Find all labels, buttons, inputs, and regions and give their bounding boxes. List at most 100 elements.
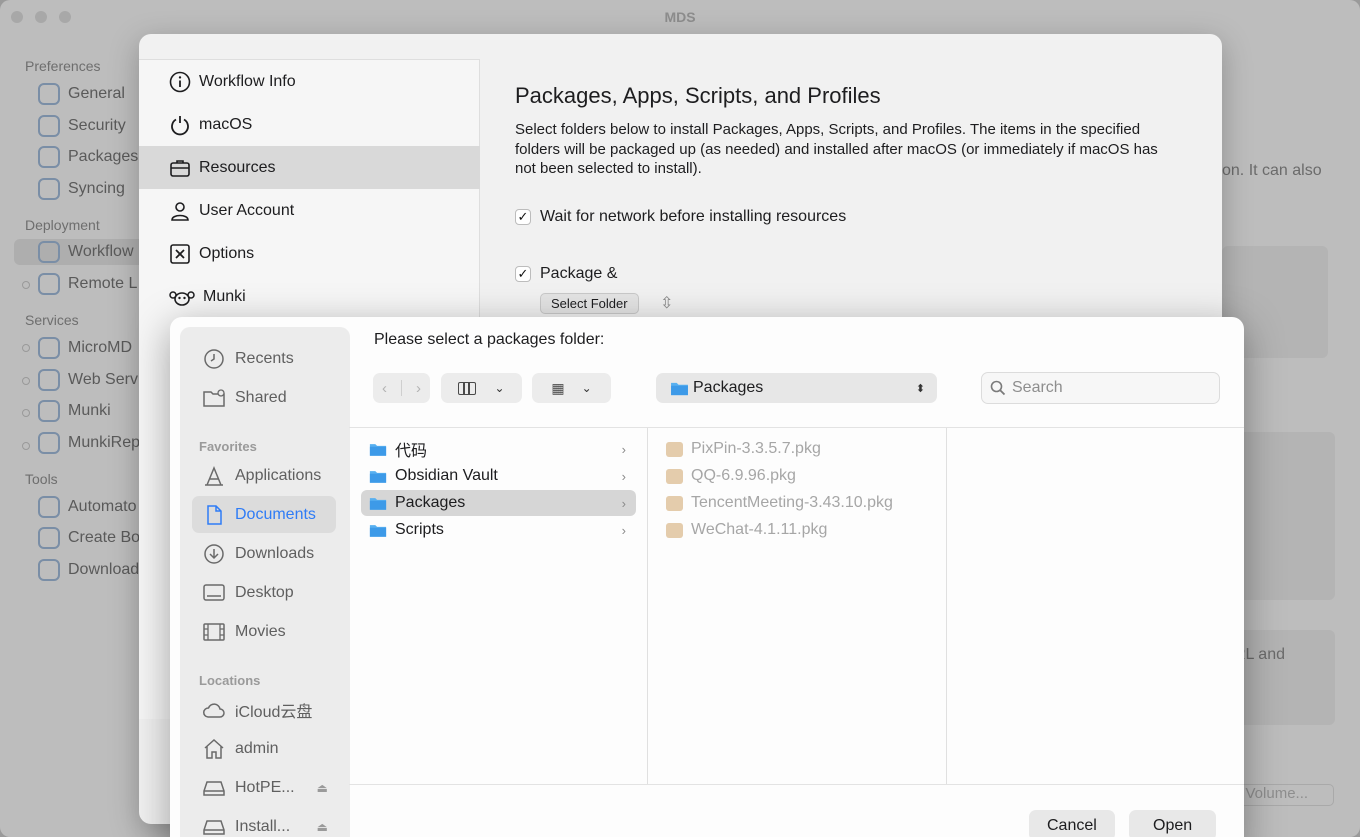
nav-item-resources[interactable]: Resources [139,146,480,189]
shield-icon [38,115,60,137]
sidebar-item-hotpe[interactable]: HotPE... ⏏ [192,769,336,806]
sidebar-item-web-server[interactable]: Web Serv [38,367,138,393]
sidebar-item-documents[interactable]: Documents [192,496,336,533]
sidebar-item-syncing[interactable]: Syncing [38,176,125,202]
sidebar-item-general[interactable]: General [38,81,125,107]
section-description: Select folders below to install Packages… [515,121,1158,177]
favorites-section-label: Favorites [199,439,257,454]
package-icon [666,495,683,511]
home-icon [204,738,224,759]
forward-arrow-icon[interactable]: › [416,380,421,397]
column-documents: 代码 › Obsidian Vault › Packages › Scripts › [349,428,648,784]
view-mode-button[interactable]: ⌄ [441,373,522,403]
back-forward-control: ‹ › [373,373,430,403]
panel-sidebar: Recents Shared Favorites Applications Do… [180,327,350,837]
folder-row[interactable]: Scripts › [361,517,636,543]
sidebar-item-remote[interactable]: Remote L [38,271,137,297]
search-input[interactable] [1012,379,1202,397]
package-icon [666,522,683,538]
package-icon [666,441,683,457]
folder-icon [369,497,387,510]
sidebar-item-icloud[interactable]: iCloud云盘 [192,691,336,728]
nav-item-munki[interactable]: Munki [139,275,480,318]
sidebar-item-munki[interactable]: Munki [38,398,111,424]
group-by-button[interactable]: ▦ ⌄ [532,373,611,403]
status-dot [22,281,30,289]
wait-network-checkbox[interactable]: ✓ Wait for network before installing res… [515,208,846,226]
package-file-row: PixPin-3.3.5.7.pkg [666,436,821,462]
column-empty [947,428,1244,784]
locations-section-label: Locations [199,673,261,688]
gear-icon [38,83,60,105]
document-icon [207,504,222,525]
status-dot [22,377,30,385]
eject-icon[interactable]: ⏏ [317,820,328,834]
package-checkbox[interactable]: ✓ Package & [515,265,617,283]
sidebar-item-munkireport[interactable]: MunkiRep [38,430,140,456]
folder-icon [369,524,387,537]
sidebar-item-shared[interactable]: Shared [192,379,336,416]
window-title: MDS [664,9,696,25]
eject-icon[interactable]: ⏏ [317,781,328,795]
path-popup[interactable]: Packages ⬍ [656,373,937,403]
film-icon [203,622,225,641]
upload-icon [38,527,60,549]
package-file-row: WeChat-4.1.11.pkg [666,517,827,543]
report-icon [38,432,60,454]
cancel-button[interactable]: Cancel [1029,810,1115,837]
status-dot [22,409,30,417]
sidebar-item-movies[interactable]: Movies [192,613,336,650]
open-button[interactable]: Open [1129,810,1217,837]
package-file-row: TencentMeeting-3.43.10.pkg [666,490,893,516]
desktop-icon [203,583,225,601]
info-icon [169,71,191,92]
chevron-down-icon: ⌄ [581,381,592,395]
search-icon [990,380,1006,396]
download-icon [38,559,60,581]
sidebar-item-packages[interactable]: Packages [38,144,138,170]
folder-row-selected[interactable]: Packages › [361,490,636,516]
sidebar-item-automaton[interactable]: Automato [38,494,136,520]
nav-item-options[interactable]: Options [139,232,480,275]
play-icon [38,241,60,263]
box-icon [38,146,60,168]
power-icon [171,115,189,135]
status-dot [22,344,30,352]
sidebar-item-micromdm[interactable]: MicroMD [38,335,132,361]
folder-row[interactable]: 代码 › [361,436,636,462]
sidebar-item-admin[interactable]: admin [192,730,336,767]
drag-handle-icon[interactable]: ⇳ [660,293,673,313]
columns-view-icon [458,381,477,395]
person-icon [171,201,189,221]
app-sidebar: Preferences General Security Packages Sy… [0,34,154,837]
chevron-right-icon: › [621,522,626,538]
sidebar-item-recents[interactable]: Recents [192,340,336,377]
sidebar-item-create-boot[interactable]: Create Bo [38,525,140,551]
message-icon [38,273,60,295]
nav-item-user-account[interactable]: User Account [139,189,480,232]
status-dot [22,442,30,450]
background-text: on. It can also [1222,162,1322,179]
sidebar-item-downloads[interactable]: Downloads [192,535,336,572]
folder-row[interactable]: Obsidian Vault › [361,463,636,489]
sidebar-section-preferences: Preferences [25,58,101,74]
sidebar-item-applications[interactable]: Applications [192,457,336,494]
sidebar-item-workflow[interactable]: Workflow [14,239,154,265]
sidebar-item-desktop[interactable]: Desktop [192,574,336,611]
panel-prompt: Please select a packages folder: [374,331,605,348]
sidebar-item-security[interactable]: Security [38,113,126,139]
title-bar: MDS [0,0,1360,34]
sidebar-item-download[interactable]: Download [38,557,139,583]
briefcase-icon [170,159,190,177]
shared-folder-icon [203,388,225,407]
package-icon [666,468,683,484]
back-arrow-icon[interactable]: ‹ [382,380,387,397]
sidebar-section-tools: Tools [25,471,58,487]
sidebar-item-install[interactable]: Install... ⏏ [192,808,336,837]
munki-icon [169,290,195,306]
search-field[interactable] [981,372,1220,404]
nav-item-macos[interactable]: macOS [139,103,480,146]
nav-item-workflow-info[interactable]: Workflow Info [139,60,480,103]
select-folder-button[interactable]: Select Folder [540,293,639,314]
chevron-right-icon: › [621,441,626,457]
